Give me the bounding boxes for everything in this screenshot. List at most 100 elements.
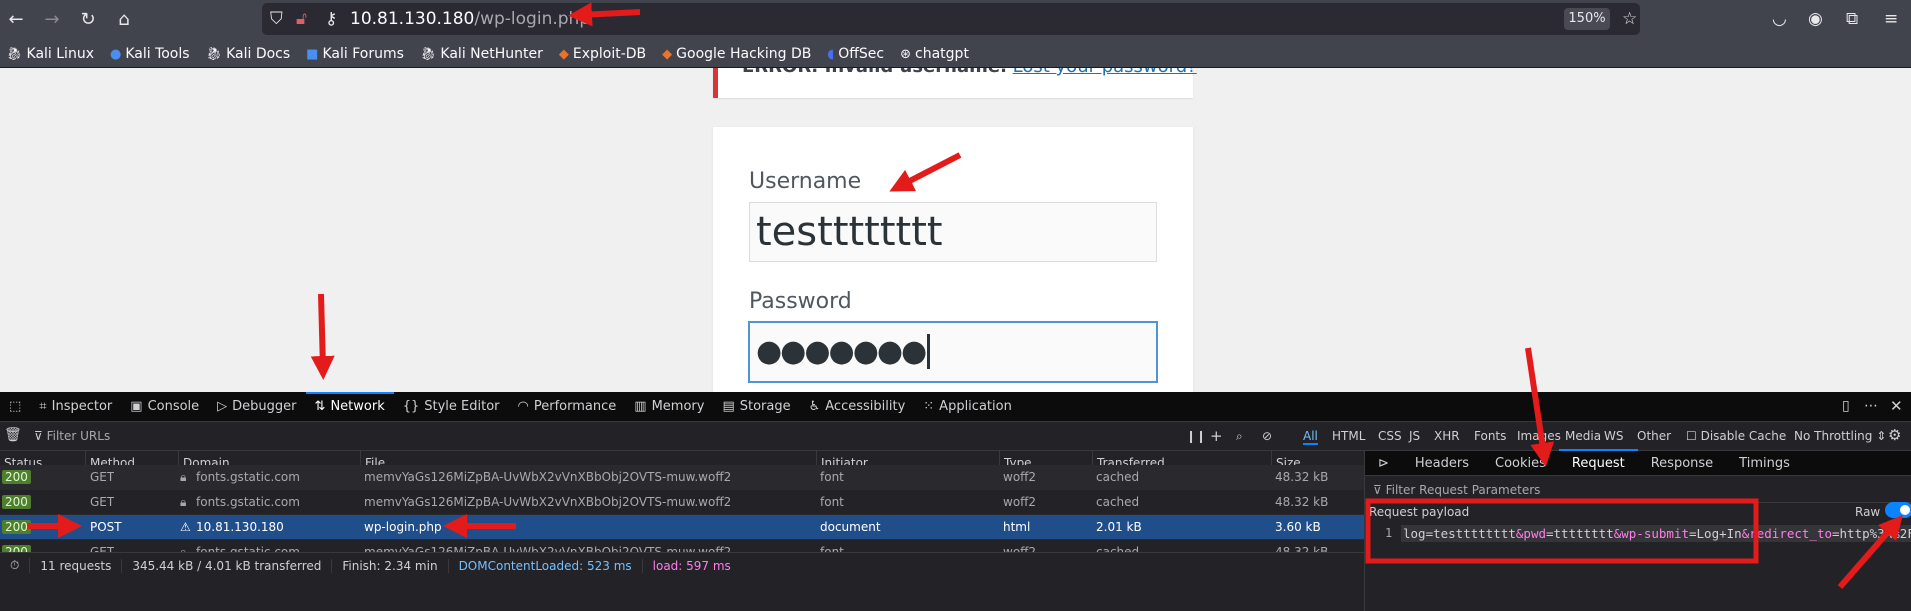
details-tabs: ⊳ Headers Cookies Request Response Timin… [1365, 448, 1911, 476]
forward-icon[interactable]: → [40, 9, 64, 30]
bookmark-offsec[interactable]: ◖ OffSec [827, 46, 884, 62]
tab-label: Inspector [51, 399, 113, 414]
tab-label: Network [330, 399, 385, 414]
close-devtools-icon[interactable]: ✕ [1890, 397, 1903, 415]
back-icon[interactable]: ← [4, 9, 28, 30]
table-row[interactable]: 200 GET 🔒︎ fonts.gstatic.com memvYaGs126MiZ… [0, 465, 1364, 490]
tab-inspector[interactable]: ⌗ Inspector [30, 392, 121, 422]
filter-urls-input[interactable]: ⊽ Filter URLs [34, 429, 110, 443]
tab-headers[interactable]: Headers [1402, 451, 1482, 476]
bookmark-kali-linux[interactable]: 🐉︎ Kali Linux [6, 46, 94, 62]
requests-table: Status Method Domain File Initiator Type… [0, 451, 1364, 552]
zoom-level[interactable]: 150% [1564, 8, 1610, 30]
filter-images[interactable]: Images [1517, 429, 1561, 443]
tab-application[interactable]: ⁙ Application [914, 392, 1021, 422]
request-payload-raw[interactable]: log=testttttttt&pwd=tttttttt&wp-submit=L… [1401, 525, 1911, 542]
filter-media[interactable]: Media [1565, 429, 1601, 443]
account-icon[interactable]: ◉ [1808, 9, 1823, 29]
tab-debugger[interactable]: ▷ Debugger [208, 392, 305, 422]
insecure-lock-icon[interactable]: 🔓︎ [296, 9, 307, 29]
toggle-sidebar-icon[interactable]: ⊳ [1365, 451, 1402, 476]
settings-gear-icon[interactable]: ⚙ [1888, 426, 1901, 444]
cell-transferred: 2.01 kB [1096, 520, 1142, 534]
bookmark-google-hacking-db[interactable]: ◆ Google Hacking DB [662, 46, 811, 62]
url-text[interactable]: 10.81.130.180/wp-login.php [350, 9, 590, 29]
filter-css[interactable]: CSS [1378, 429, 1402, 443]
bookmark-label: chatgpt [915, 46, 969, 62]
bookmark-label: Kali Forums [322, 46, 404, 62]
chatgpt-icon: ⊛ [900, 46, 912, 62]
filter-fonts[interactable]: Fonts [1474, 429, 1506, 443]
extensions-icon[interactable]: ⧉ [1846, 9, 1858, 29]
cell-method: GET [90, 470, 115, 484]
filter-other[interactable]: Other [1637, 429, 1671, 443]
disable-cache-checkbox[interactable]: ☐ Disable Cache [1686, 429, 1786, 443]
username-input[interactable]: testttttttt [749, 202, 1157, 262]
table-row[interactable]: 200 POST ⚠ 10.81.130.180 wp-login.php docume… [0, 515, 1364, 540]
table-row[interactable]: 200 GET 🔒︎ fonts.gstatic.com memvYaGs126MiZ… [0, 540, 1364, 552]
pause-icon[interactable]: ❙❙ [1186, 429, 1206, 443]
tab-timings[interactable]: Timings [1726, 451, 1803, 476]
tab-network[interactable]: ⇅ Network [305, 391, 394, 422]
filter-placeholder: Filter URLs [46, 429, 111, 443]
bookmark-exploit-db[interactable]: ◆ Exploit-DB [559, 46, 646, 62]
tab-cookies[interactable]: Cookies [1482, 451, 1559, 476]
filter-ws[interactable]: WS [1604, 429, 1623, 443]
kali-icon: 🐉︎ [205, 46, 223, 62]
tab-accessibility[interactable]: ♿︎ Accessibility [800, 392, 915, 422]
tab-console[interactable]: ▣ Console [121, 392, 208, 422]
bookmark-star-icon[interactable]: ☆ [1622, 9, 1637, 29]
cell-type: woff2 [1003, 495, 1037, 509]
throttling-select[interactable]: No Throttling ⇕ [1794, 429, 1886, 443]
memory-icon: ▥ [634, 399, 647, 414]
kali-tools-icon: ● [109, 46, 122, 62]
table-row[interactable]: 200 GET 🔒︎ fonts.gstatic.com memvYaGs126MiZ… [0, 490, 1364, 515]
reload-icon[interactable]: ↻ [76, 9, 100, 30]
tab-memory[interactable]: ▥ Memory [625, 392, 713, 422]
bookmark-kali-forums[interactable]: ■ Kali Forums [306, 46, 404, 62]
responsive-design-icon[interactable]: ▯ [1842, 398, 1850, 414]
cell-domain: fonts.gstatic.com [196, 470, 300, 484]
raw-toggle[interactable] [1885, 502, 1911, 518]
tab-storage[interactable]: ▤ Storage [713, 392, 799, 422]
bookmark-chatgpt[interactable]: ⊛ chatgpt [900, 46, 969, 62]
offsec-icon: ◖ [827, 46, 835, 62]
bookmark-kali-tools[interactable]: ● Kali Tools [110, 46, 190, 62]
password-input[interactable]: ●●●●●●● [749, 322, 1157, 382]
bookmark-kali-docs[interactable]: 🐉︎ Kali Docs [206, 46, 291, 62]
storage-icon: ▤ [722, 399, 735, 414]
filter-js[interactable]: JS [1409, 429, 1420, 443]
tab-style-editor[interactable]: {} Style Editor [394, 392, 509, 422]
search-icon[interactable]: ⌕ [1236, 429, 1243, 444]
menu-icon[interactable]: ≡ [1884, 9, 1898, 29]
lost-password-link[interactable]: Lost your password? [1013, 68, 1197, 77]
tab-response[interactable]: Response [1638, 451, 1726, 476]
filter-all[interactable]: All [1303, 429, 1318, 445]
add-icon[interactable]: + [1210, 427, 1223, 445]
pocket-icon[interactable]: ◡ [1772, 9, 1787, 29]
element-picker-icon[interactable]: ⬚ [0, 392, 30, 422]
filter-html[interactable]: HTML [1332, 429, 1365, 443]
shield-icon[interactable]: ⛉ [270, 9, 283, 29]
block-icon[interactable]: ⊘ [1262, 429, 1272, 443]
cell-file: memvYaGs126MiZpBA-UvWbX2vVnXBbObj2OVTS-m… [364, 495, 732, 509]
key-icon[interactable]: ⚷ [325, 9, 337, 29]
more-options-icon[interactable]: ⋯ [1864, 398, 1878, 414]
tab-request[interactable]: Request [1558, 448, 1638, 476]
bookmark-kali-nethunter[interactable]: 🐉︎ Kali NetHunter [420, 46, 543, 62]
stopwatch-icon[interactable]: ⏱ [0, 558, 31, 573]
lock-icon: 🔒︎ [180, 495, 187, 509]
clear-icon[interactable]: 🗑︎ [4, 427, 22, 443]
tab-label: Application [939, 399, 1012, 414]
lock-icon: 🔒︎ [180, 545, 187, 552]
payload-key: &redirect_to [1741, 526, 1832, 541]
tab-performance[interactable]: ◠ Performance [509, 392, 626, 422]
cell-domain: fonts.gstatic.com [196, 545, 300, 552]
kali-icon: 🐉︎ [6, 46, 23, 62]
tab-label: Performance [533, 399, 617, 414]
filter-request-parameters-input[interactable]: ⊽ Filter Request Parameters [1373, 483, 1540, 497]
home-icon[interactable]: ⌂ [112, 9, 136, 30]
payload-pwd: =tttttttt [1546, 526, 1614, 541]
load-time: load: 597 ms [652, 558, 731, 573]
filter-xhr[interactable]: XHR [1434, 429, 1460, 443]
